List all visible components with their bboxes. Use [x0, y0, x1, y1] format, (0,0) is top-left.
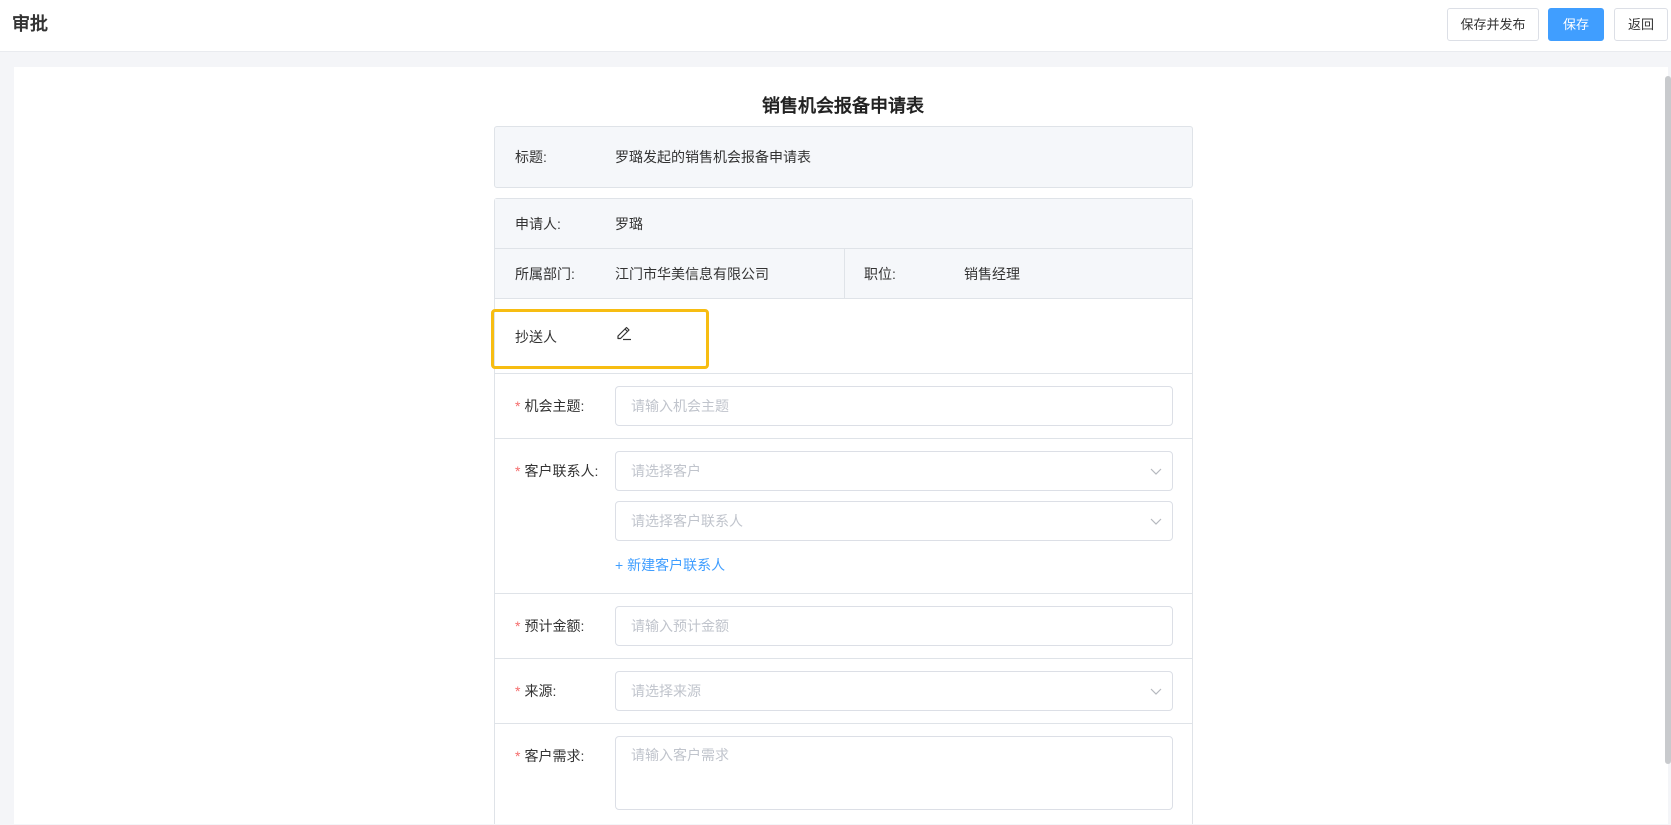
- amount-row: * 预计金额: 请输入预计金额: [495, 594, 1192, 659]
- customer-contact-select[interactable]: 请选择客户联系人: [615, 501, 1173, 541]
- form-title: 销售机会报备申请表: [762, 96, 924, 116]
- form-body: 申请人: 罗璐 所属部门: 江门市华美信息有限公司 职位: 销售经理 抄送人 *…: [494, 198, 1193, 824]
- required-mark: *: [515, 618, 521, 634]
- department-value: 江门市华美信息有限公司: [615, 266, 769, 282]
- customer-contact-row: * 客户联系人: 请选择客户 请选择客户联系人 + 新建客户联系人: [495, 439, 1192, 594]
- top-header: 审批 保存并发布 保存 返回: [0, 0, 1671, 52]
- requirement-row: * 客户需求: 请输入客户需求: [495, 724, 1192, 825]
- subject-value: 罗璐发起的销售机会报备申请表: [615, 149, 811, 165]
- vertical-scrollbar[interactable]: [1665, 76, 1671, 764]
- back-button[interactable]: 返回: [1614, 8, 1668, 41]
- opportunity-label: * 机会主题:: [515, 398, 585, 414]
- chevron-down-icon: [1150, 518, 1162, 525]
- position-value: 销售经理: [964, 266, 1020, 282]
- chevron-down-icon: [1150, 688, 1162, 695]
- requirement-textarea[interactable]: 请输入客户需求: [615, 736, 1173, 810]
- save-button[interactable]: 保存: [1548, 8, 1604, 41]
- applicant-value: 罗璐: [615, 216, 643, 232]
- cc-label: 抄送人: [515, 329, 557, 345]
- opportunity-input[interactable]: 请输入机会主题: [615, 386, 1173, 426]
- source-row: * 来源: 请选择来源: [495, 659, 1192, 724]
- applicant-label: 申请人:: [515, 216, 561, 232]
- chevron-down-icon: [1150, 468, 1162, 475]
- department-row: 所属部门: 江门市华美信息有限公司 职位: 销售经理: [495, 249, 1192, 299]
- position-label: 职位:: [864, 266, 896, 282]
- source-label: * 来源:: [515, 683, 557, 699]
- required-mark: *: [515, 683, 521, 699]
- page-title: 审批: [12, 14, 48, 34]
- pencil-icon[interactable]: [615, 323, 633, 341]
- required-mark: *: [515, 748, 521, 764]
- requirement-label: * 客户需求:: [515, 748, 585, 764]
- column-divider: [844, 249, 845, 298]
- cc-row: 抄送人: [495, 299, 1192, 374]
- amount-label: * 预计金额:: [515, 618, 585, 634]
- subject-label: 标题:: [515, 149, 547, 165]
- source-select[interactable]: 请选择来源: [615, 671, 1173, 711]
- applicant-row: 申请人: 罗璐: [495, 199, 1192, 249]
- amount-input[interactable]: 请输入预计金额: [615, 606, 1173, 646]
- customer-select[interactable]: 请选择客户: [615, 451, 1173, 491]
- new-customer-contact-link[interactable]: + 新建客户联系人: [615, 555, 725, 575]
- department-label: 所属部门:: [515, 266, 575, 282]
- required-mark: *: [515, 463, 521, 479]
- required-mark: *: [515, 398, 521, 414]
- form-subject-box: 标题: 罗璐发起的销售机会报备申请表: [494, 126, 1193, 188]
- customer-contact-label: * 客户联系人:: [515, 463, 599, 479]
- save-and-publish-button[interactable]: 保存并发布: [1447, 8, 1539, 41]
- opportunity-row: * 机会主题: 请输入机会主题: [495, 374, 1192, 439]
